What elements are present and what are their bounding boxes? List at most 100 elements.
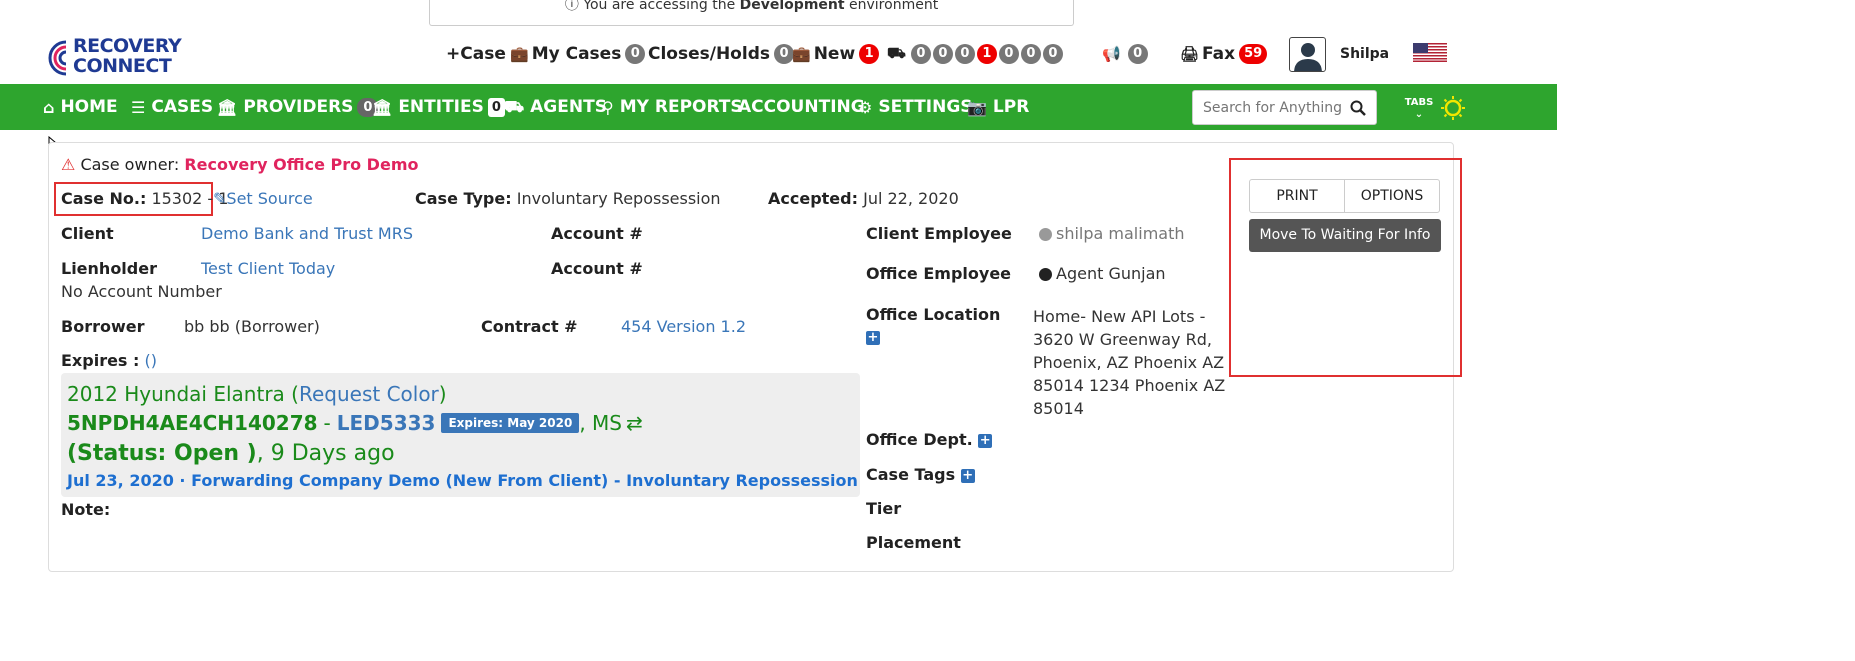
nav-home[interactable]: ⌂ HOME <box>43 84 118 130</box>
user-name[interactable]: Shilpa <box>1340 40 1389 68</box>
note-label: Note: <box>61 500 111 519</box>
nav-agents[interactable]: ⛟ AGENTS <box>504 84 607 130</box>
office-employee-label: Office Employee <box>866 264 1012 283</box>
client-employee-value[interactable]: shilpa malimath <box>1039 224 1185 243</box>
office-location-line: 3620 W Greenway Rd, <box>1033 330 1212 349</box>
new-cases-link[interactable]: 💼 New 1 <box>792 40 880 68</box>
user-avatar[interactable] <box>1289 37 1326 72</box>
tabs-toggle[interactable]: TABS ⌄ <box>1403 97 1435 121</box>
lienholder-label: Lienholder <box>61 259 157 278</box>
nav-settings[interactable]: ⚙ SETTINGS <box>858 84 973 130</box>
office-location-line: 85014 1234 Phoenix AZ <box>1033 376 1226 395</box>
case-type-row: Case Type: Involuntary Repossession <box>415 189 721 208</box>
case-tags-row: Case Tags + <box>866 465 975 484</box>
fax-label: Fax <box>1202 44 1236 64</box>
client-account-label: Account # <box>551 224 643 243</box>
sun-icon[interactable] <box>1441 96 1465 120</box>
vehicle-plate[interactable]: LED5333 <box>337 411 436 435</box>
office-location-label: Office Location <box>866 305 1001 324</box>
closes-holds-link[interactable]: Closes/Holds 0 <box>648 40 794 68</box>
borrower-label: Borrower <box>61 317 145 336</box>
case-owner-row: ⚠ Case owner: Recovery Office Pro Demo <box>61 155 418 174</box>
transfer-icon[interactable]: ⇄ <box>626 411 643 435</box>
camera-icon: 📷 <box>967 97 987 117</box>
home-icon: ⌂ <box>43 97 55 117</box>
set-source-label: Set Source <box>226 189 313 208</box>
vehicle-history-link[interactable]: Jul 23, 2020 · Forwarding Company Demo (… <box>67 471 858 490</box>
env-prefix: You are accessing the <box>583 0 736 13</box>
announcements-link[interactable]: 📢 0 <box>1102 40 1148 68</box>
add-tag-icon[interactable]: + <box>960 468 975 483</box>
nav-providers-label: PROVIDERS <box>243 97 354 117</box>
bank-icon: 🏛 <box>217 97 238 117</box>
logo-line2: CONNECT <box>73 55 172 77</box>
new-badge: 1 <box>859 44 880 64</box>
nav-entities-label: ENTITIES <box>398 97 484 117</box>
client-link[interactable]: Demo Bank and Trust MRS <box>201 224 413 243</box>
truck-count-badge: 0 <box>1020 44 1041 64</box>
vehicle-title-row: 2012 Hyundai Elantra (Request Color) <box>67 382 447 406</box>
briefcase-icon: 💼 <box>510 45 529 63</box>
options-button[interactable]: OPTIONS <box>1344 179 1440 213</box>
nav-lpr[interactable]: 📷 LPR <box>967 84 1029 130</box>
fax-badge: 59 <box>1239 44 1268 64</box>
nav-cases[interactable]: ☰ CASES <box>131 84 213 130</box>
move-to-waiting-button[interactable]: Move To Waiting For Info <box>1249 219 1441 252</box>
lienholder-account-label: Account # <box>551 259 643 278</box>
nav-entities[interactable]: 🏛 ENTITIES 0 <box>372 84 505 130</box>
client-label: Client <box>61 224 114 243</box>
search-input[interactable] <box>1193 91 1343 124</box>
office-location-line: Phoenix, AZ Phoenix AZ <box>1033 353 1225 372</box>
borrower-value: bb bb (Borrower) <box>184 317 320 336</box>
nav-my-reports[interactable]: ⚲ MY REPORTS <box>602 84 743 130</box>
nav-home-label: HOME <box>60 97 118 117</box>
new-case-link[interactable]: + Case <box>446 40 506 68</box>
info-icon: ⓘ <box>564 0 579 13</box>
nav-providers[interactable]: 🏛 PROVIDERS 0 <box>217 84 379 130</box>
case-no-label: Case No.: <box>61 189 147 208</box>
nav-accounting[interactable]: ACCOUNTING <box>738 84 865 130</box>
nav-lpr-label: LPR <box>992 97 1030 117</box>
search-icon: ⚲ <box>602 97 614 117</box>
truck-icon: ⛟ <box>887 44 906 62</box>
vehicle-id-row: 5NPDH4AE4CH140278 - LED5333 Expires: May… <box>67 411 643 435</box>
logo[interactable]: RECOVERY CONNECT <box>44 36 182 80</box>
vehicle-status: (Status: Open ) <box>67 441 257 466</box>
plus-icon: + <box>446 44 461 64</box>
office-employee-value[interactable]: Agent Gunjan <box>1039 264 1166 283</box>
search-icon[interactable] <box>1350 100 1366 116</box>
list-icon: ☰ <box>131 97 146 117</box>
expires-label: Expires : <box>61 351 140 370</box>
office-employee-name: Agent Gunjan <box>1056 264 1166 283</box>
expires-link[interactable]: () <box>145 351 157 370</box>
my-cases-link[interactable]: 💼 My Cases 0 <box>510 40 646 68</box>
contract-link[interactable]: 454 Version 1.2 <box>621 317 746 336</box>
vehicle-vin: 5NPDH4AE4CH140278 <box>67 411 318 435</box>
contract-label: Contract # <box>481 317 578 336</box>
add-location-icon[interactable]: + <box>866 331 880 345</box>
set-source-link[interactable]: ✎Set Source <box>213 189 313 208</box>
closes-holds-badge: 0 <box>773 44 794 64</box>
case-type-label: Case Type: <box>415 189 512 208</box>
lienholder-link[interactable]: Test Client Today <box>201 259 335 278</box>
plate-expires-badge: Expires: May 2020 <box>441 413 580 433</box>
truck-count-badge: 0 <box>998 44 1019 64</box>
case-owner-label: Case owner: <box>80 155 180 174</box>
office-location-line: Home- New API Lots - <box>1033 307 1206 326</box>
request-color-link[interactable]: Request Color <box>299 382 439 406</box>
add-dept-icon[interactable]: + <box>978 433 993 448</box>
truck-count-badge: 0 <box>910 44 931 64</box>
truck-status-link[interactable]: ⛟ 0 0 0 1 0 0 0 <box>887 40 1063 68</box>
new-case-label: Case <box>460 44 506 64</box>
global-search[interactable] <box>1192 90 1377 125</box>
case-owner-value[interactable]: Recovery Office Pro Demo <box>184 155 418 174</box>
placement-label: Placement <box>866 533 961 552</box>
truck-count-badge: 1 <box>976 44 997 64</box>
accepted-row: Accepted: Jul 22, 2020 <box>768 189 959 208</box>
us-flag-icon[interactable] <box>1413 43 1447 62</box>
my-cases-label: My Cases <box>531 44 622 64</box>
print-button[interactable]: PRINT <box>1249 179 1345 213</box>
new-label: New <box>813 44 856 64</box>
fax-link[interactable]: 🖨 Fax 59 <box>1180 40 1268 68</box>
gear-icon: ⚙ <box>858 97 873 117</box>
